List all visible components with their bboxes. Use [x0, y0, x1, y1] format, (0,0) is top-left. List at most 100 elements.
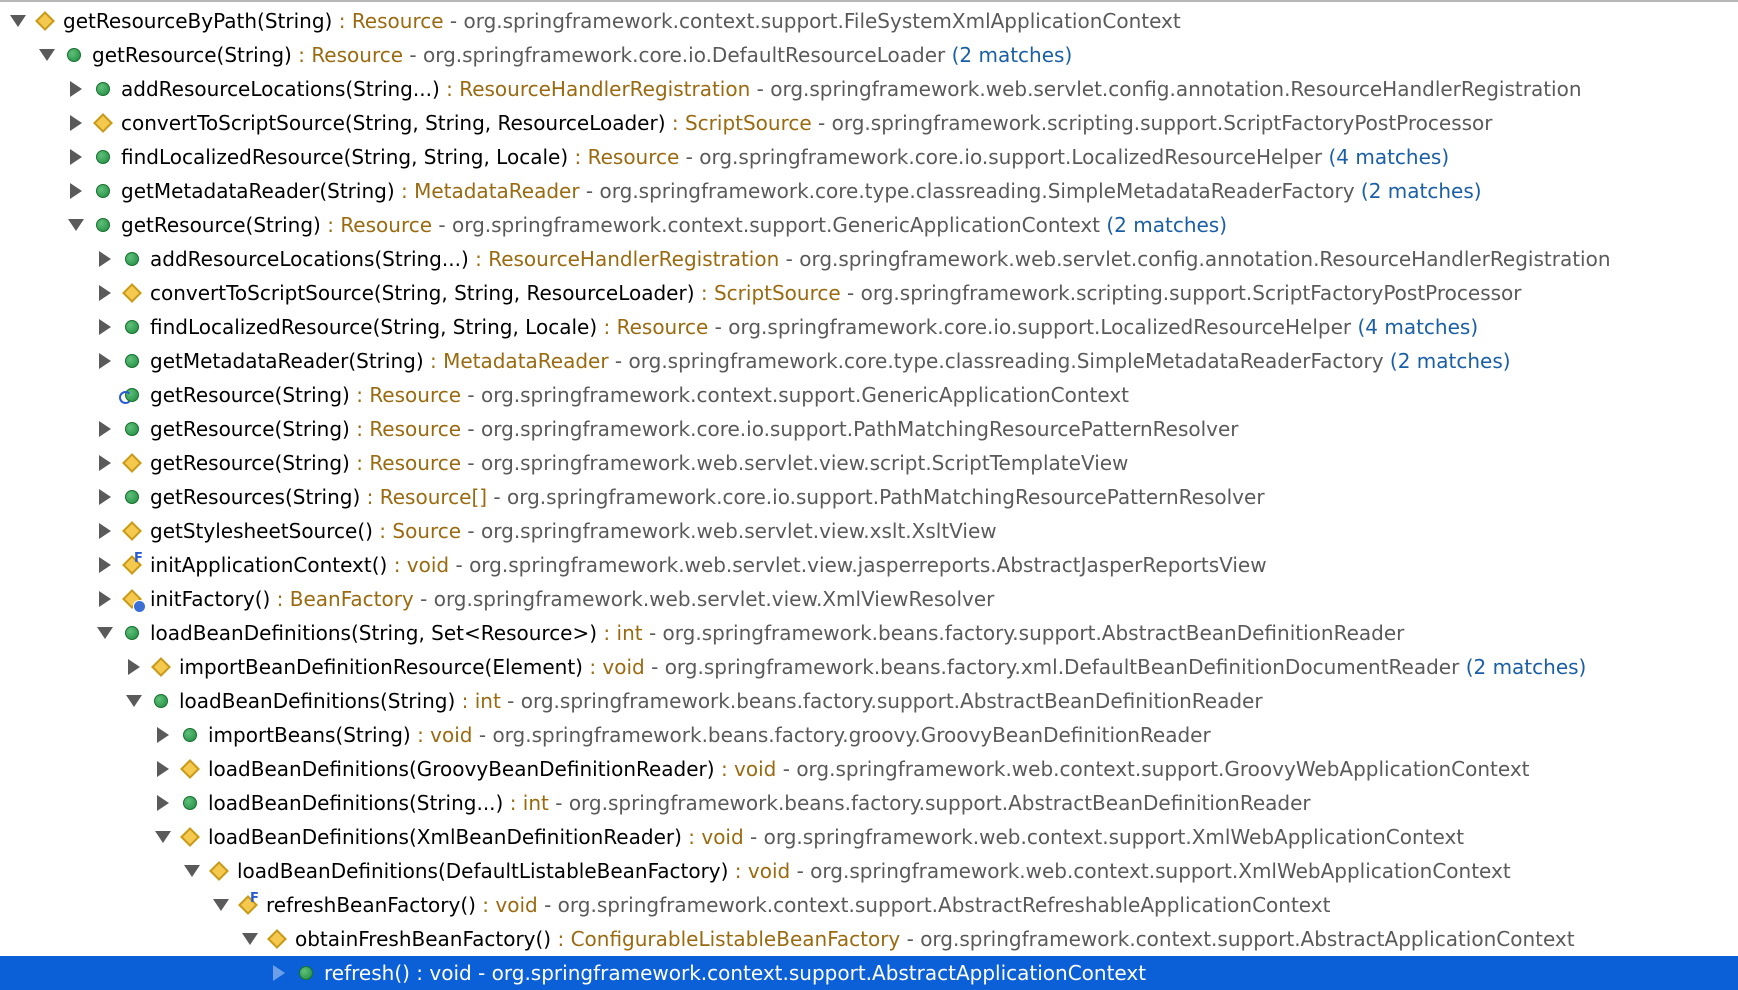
tree-row[interactable]: findLocalizedResource(String, String, Lo…	[0, 310, 1738, 344]
public-method-icon	[121, 616, 143, 650]
match-count: (2 matches)	[1106, 213, 1228, 237]
expand-arrow-icon[interactable]	[96, 276, 114, 310]
tree-row[interactable]: initFactory() : BeanFactory - org.spring…	[0, 582, 1738, 616]
tree-row[interactable]: addResourceLocations(String...) : Resour…	[0, 242, 1738, 276]
tree-row[interactable]: getResource(String) : Resource - org.spr…	[0, 38, 1738, 72]
return-type: void	[430, 723, 473, 747]
type-separator: :	[694, 281, 714, 305]
type-separator: :	[681, 825, 702, 849]
method-signature: initFactory()	[150, 587, 271, 611]
tree-row[interactable]: getMetadataReader(String) : MetadataRead…	[0, 344, 1738, 378]
collapse-arrow-icon[interactable]	[38, 38, 56, 72]
expand-arrow-icon[interactable]	[270, 956, 288, 990]
call-hierarchy-tree[interactable]: getResourceByPath(String) : Resource - o…	[0, 4, 1738, 990]
method-label: loadBeanDefinitions(String...) : int - o…	[208, 786, 1311, 820]
type-separator: :	[468, 247, 489, 271]
collapse-arrow-icon[interactable]	[9, 4, 27, 38]
expand-arrow-icon[interactable]	[67, 106, 85, 140]
expand-arrow-icon[interactable]	[96, 514, 114, 548]
class-separator: -	[537, 893, 558, 917]
tree-row[interactable]: getResource(String) : Resource - org.spr…	[0, 378, 1738, 412]
tree-row[interactable]: FinitApplicationContext() : void - org.s…	[0, 548, 1738, 582]
declaring-class: org.springframework.web.servlet.config.a…	[799, 247, 1611, 271]
return-type: void	[701, 825, 744, 849]
expand-arrow-icon[interactable]	[96, 242, 114, 276]
declaring-class: org.springframework.scripting.support.Sc…	[860, 281, 1522, 305]
collapse-arrow-icon[interactable]	[241, 922, 259, 956]
method-signature: getResource(String)	[150, 451, 350, 475]
expand-arrow-icon[interactable]	[154, 786, 172, 820]
return-type: Resource	[369, 383, 462, 407]
expand-arrow-icon[interactable]	[96, 310, 114, 344]
tree-row[interactable]: convertToScriptSource(String, String, Re…	[0, 276, 1738, 310]
method-label: getResourceByPath(String) : Resource - o…	[63, 4, 1181, 38]
tree-row[interactable]: importBeans(String) : void - org.springf…	[0, 718, 1738, 752]
collapse-arrow-icon[interactable]	[154, 820, 172, 854]
class-separator: -	[487, 485, 507, 509]
match-count: (4 matches)	[1357, 315, 1479, 339]
declaring-class: org.springframework.context.support.Abst…	[557, 893, 1331, 917]
tree-row[interactable]: obtainFreshBeanFactory() : ConfigurableL…	[0, 922, 1738, 956]
tree-row[interactable]: FrefreshBeanFactory() : void - org.sprin…	[0, 888, 1738, 922]
return-type: int	[474, 689, 501, 713]
tree-row[interactable]: convertToScriptSource(String, String, Re…	[0, 106, 1738, 140]
expand-arrow-icon[interactable]	[96, 446, 114, 480]
return-type: ScriptSource	[684, 111, 812, 135]
class-separator: -	[790, 859, 811, 883]
expand-arrow-icon[interactable]	[154, 718, 172, 752]
tree-row-selected[interactable]: refresh() : void - org.springframework.c…	[0, 956, 1738, 990]
method-label: getResources(String) : Resource[] - org.…	[150, 480, 1265, 514]
expand-arrow-icon[interactable]	[96, 480, 114, 514]
expand-arrow-icon[interactable]	[154, 752, 172, 786]
method-label: convertToScriptSource(String, String, Re…	[121, 106, 1493, 140]
tree-row[interactable]: loadBeanDefinitions(GroovyBeanDefinition…	[0, 752, 1738, 786]
tree-row[interactable]: getMetadataReader(String) : MetadataRead…	[0, 174, 1738, 208]
method-label: convertToScriptSource(String, String, Re…	[150, 276, 1522, 310]
collapse-arrow-icon[interactable]	[125, 684, 143, 718]
method-signature: loadBeanDefinitions(XmlBeanDefinitionRea…	[208, 825, 682, 849]
tree-row[interactable]: importBeanDefinitionResource(Element) : …	[0, 650, 1738, 684]
tree-row[interactable]: loadBeanDefinitions(XmlBeanDefinitionRea…	[0, 820, 1738, 854]
expand-arrow-icon[interactable]	[67, 140, 85, 174]
method-label: initFactory() : BeanFactory - org.spring…	[150, 582, 994, 616]
tree-row[interactable]: loadBeanDefinitions(String...) : int - o…	[0, 786, 1738, 820]
public-method-icon	[92, 140, 114, 174]
expand-arrow-icon[interactable]	[96, 548, 114, 582]
tree-row[interactable]: getStylesheetSource() : Source - org.spr…	[0, 514, 1738, 548]
match-count: (2 matches)	[1465, 655, 1587, 679]
expand-arrow-icon[interactable]	[96, 412, 114, 446]
collapse-arrow-icon[interactable]	[96, 616, 114, 650]
tree-row[interactable]: getResource(String) : Resource - org.spr…	[0, 412, 1738, 446]
return-type: void	[406, 553, 450, 577]
tree-row[interactable]: loadBeanDefinitions(String, Set<Resource…	[0, 616, 1738, 650]
method-label: getResource(String) : Resource - org.spr…	[92, 38, 1072, 72]
class-separator: -	[644, 655, 665, 679]
expand-arrow-icon[interactable]	[67, 72, 85, 106]
collapse-arrow-icon[interactable]	[183, 854, 201, 888]
collapse-arrow-icon[interactable]	[67, 208, 85, 242]
class-separator: -	[413, 587, 434, 611]
type-separator: :	[551, 927, 571, 951]
expand-arrow-icon[interactable]	[125, 650, 143, 684]
class-separator: -	[461, 383, 481, 407]
tree-row[interactable]: getResourceByPath(String) : Resource - o…	[0, 4, 1738, 38]
declaring-class: org.springframework.web.servlet.view.jas…	[469, 553, 1267, 577]
expand-arrow-icon[interactable]	[67, 174, 85, 208]
expand-arrow-icon[interactable]	[96, 582, 114, 616]
tree-row[interactable]: getResource(String) : Resource - org.spr…	[0, 208, 1738, 242]
tree-row[interactable]: getResource(String) : Resource - org.spr…	[0, 446, 1738, 480]
method-label: loadBeanDefinitions(GroovyBeanDefinition…	[208, 752, 1530, 786]
method-signature: convertToScriptSource(String, String, Re…	[150, 281, 695, 305]
type-separator: :	[387, 553, 407, 577]
tree-row[interactable]: loadBeanDefinitions(DefaultListableBeanF…	[0, 854, 1738, 888]
tree-row[interactable]: loadBeanDefinitions(String) : int - org.…	[0, 684, 1738, 718]
method-label: loadBeanDefinitions(XmlBeanDefinitionRea…	[208, 820, 1464, 854]
collapse-arrow-icon[interactable]	[212, 888, 230, 922]
match-count: (4 matches)	[1328, 145, 1450, 169]
type-separator: :	[270, 587, 290, 611]
tree-row[interactable]: addResourceLocations(String...) : Resour…	[0, 72, 1738, 106]
method-label: addResourceLocations(String...) : Resour…	[121, 72, 1582, 106]
tree-row[interactable]: findLocalizedResource(String, String, Lo…	[0, 140, 1738, 174]
tree-row[interactable]: getResources(String) : Resource[] - org.…	[0, 480, 1738, 514]
expand-arrow-icon[interactable]	[96, 344, 114, 378]
